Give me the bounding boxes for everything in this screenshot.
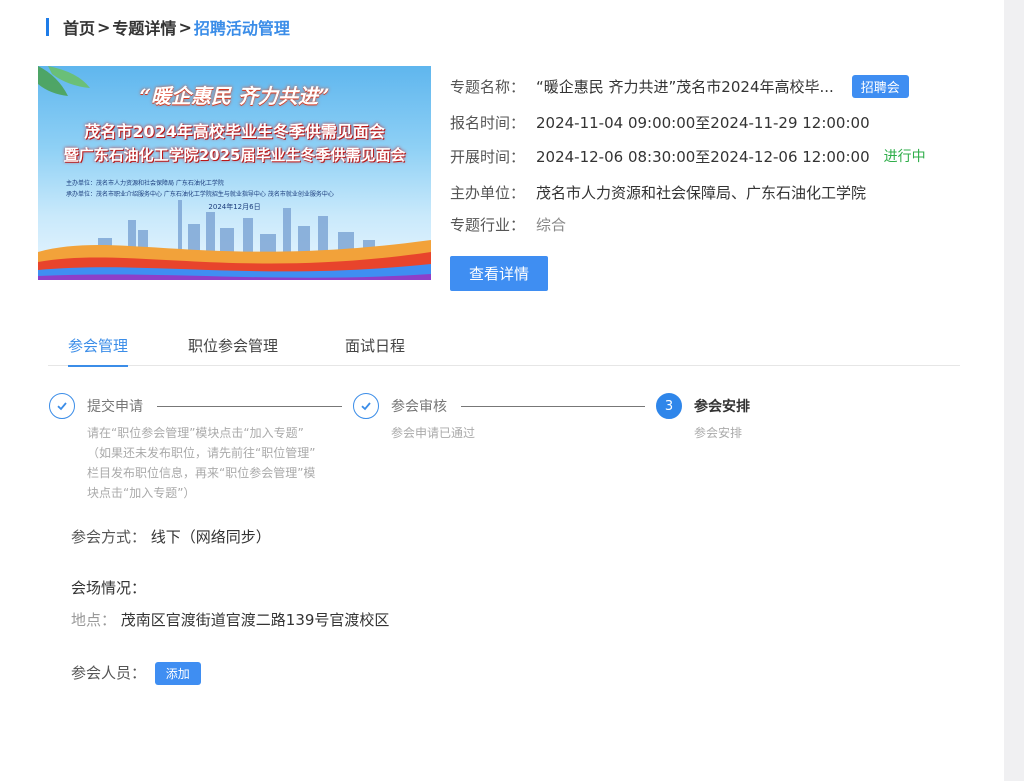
attend-mode-label: 参会方式： <box>71 528 147 546</box>
check-icon <box>49 393 75 419</box>
location-label: 地点： <box>71 611 117 629</box>
step-title: 提交申请 <box>87 399 143 415</box>
signup-time-row: 报名时间： 2024-11-04 09:00:00至2024-11-29 12:… <box>450 108 870 136</box>
banner-skyline <box>38 200 431 280</box>
step-title: 参会审核 <box>391 399 447 415</box>
industry-label: 专题行业： <box>450 215 526 234</box>
step-desc-line: 参会申请已通过 <box>391 426 476 440</box>
step-number-icon: 3 <box>656 393 682 419</box>
topic-type-tag: 招聘会 <box>851 74 909 98</box>
industry-value: 综合 <box>536 215 567 234</box>
attend-mode-value: 线下（网络同步） <box>150 528 271 546</box>
view-details-button[interactable]: 查看详情 <box>450 256 548 291</box>
open-time-label: 开展时间： <box>450 147 526 166</box>
attend-mode: 参会方式： 线下（网络同步） <box>71 526 271 547</box>
signup-time-label: 报名时间： <box>450 113 526 132</box>
tab-interview-schedule[interactable]: 面试日程 <box>345 332 405 366</box>
open-time-row: 开展时间： 2024-12-06 08:30:00至2024-12-06 12:… <box>450 142 926 170</box>
step-description: 请在“职位参会管理”模块点击“加入专题” （如果还未发布职位，请先前往“职位管理… <box>87 423 357 503</box>
step-desc-line: 栏目发布职位信息，再来“职位参会管理”模 <box>87 466 316 480</box>
venue-location: 地点： 茂南区官渡街道官渡二路139号官渡校区 <box>71 609 389 630</box>
check-icon <box>353 393 379 419</box>
page-right-edge <box>1004 0 1024 781</box>
host-value: 茂名市人力资源和社会保障局、广东石油化工学院 <box>536 183 867 202</box>
banner-title-line1: 茂名市2024年高校毕业生冬季供需见面会 <box>84 122 385 141</box>
breadcrumb-topic[interactable]: 专题详情 <box>112 15 176 39</box>
step-description: 参会申请已通过 <box>391 423 591 443</box>
banner-slogan: “暖企惠民 齐力共进” <box>139 84 330 108</box>
add-attendee-button[interactable]: 添加 <box>154 662 201 685</box>
topic-name-label: 专题名称： <box>450 77 526 96</box>
step-desc-line: 请在“职位参会管理”模块点击“加入专题” <box>87 426 304 440</box>
venue-label: 会场情况： <box>71 579 147 597</box>
host-row: 主办单位： 茂名市人力资源和社会保障局、广东石油化工学院 <box>450 178 866 206</box>
attendees: 参会人员： 添加 <box>71 662 201 685</box>
location-value: 茂南区官渡街道官渡二路139号官渡校区 <box>120 611 390 629</box>
open-time-value: 2024-12-06 08:30:00至2024-12-06 12:00:00 <box>536 147 870 166</box>
step-connector <box>157 406 342 407</box>
signup-time-value: 2024-11-04 09:00:00至2024-11-29 12:00:00 <box>536 113 870 132</box>
step-title: 参会安排 <box>694 399 750 415</box>
breadcrumb-home[interactable]: 首页 <box>63 15 95 39</box>
banner-title-line2: 暨广东石油化工学院2025届毕业生冬季供需见面会 <box>63 146 406 164</box>
breadcrumb: 首页 > 专题详情 > 招聘活动管理 <box>46 16 290 38</box>
topic-name-value: “暖企惠民 齐力共进”茂名市2024年高校毕... <box>536 77 834 96</box>
tab-position-attendance[interactable]: 职位参会管理 <box>188 332 278 366</box>
breadcrumb-accent-bar <box>46 18 49 36</box>
step-desc-line: （如果还未发布职位，请先前往“职位管理” <box>87 446 316 460</box>
breadcrumb-separator: > <box>178 17 192 37</box>
tab-attendance-management[interactable]: 参会管理 <box>68 332 129 367</box>
step-connector <box>461 406 645 407</box>
tab-bar: 参会管理 职位参会管理 面试日程 <box>48 332 960 367</box>
step-description: 参会安排 <box>694 423 894 443</box>
banner-organizer: 主办单位：茂名市人力资源和社会保障局 广东石油化工学院 <box>66 180 224 187</box>
status-badge: 进行中 <box>883 149 926 165</box>
breadcrumb-current: 招聘活动管理 <box>193 19 290 38</box>
industry-row: 专题行业： 综合 <box>450 210 566 238</box>
topic-banner-image: “暖企惠民 齐力共进” 茂名市2024年高校毕业生冬季供需见面会 暨广东石油化工… <box>38 66 431 280</box>
step-desc-line: 块点击“加入专题”） <box>87 486 196 500</box>
topic-name-row: 专题名称： “暖企惠民 齐力共进”茂名市2024年高校毕... 招聘会 <box>450 72 909 100</box>
step-desc-line: 参会安排 <box>694 426 743 440</box>
host-label: 主办单位： <box>450 183 526 202</box>
attendees-label: 参会人员： <box>71 664 147 682</box>
breadcrumb-separator: > <box>97 17 111 37</box>
